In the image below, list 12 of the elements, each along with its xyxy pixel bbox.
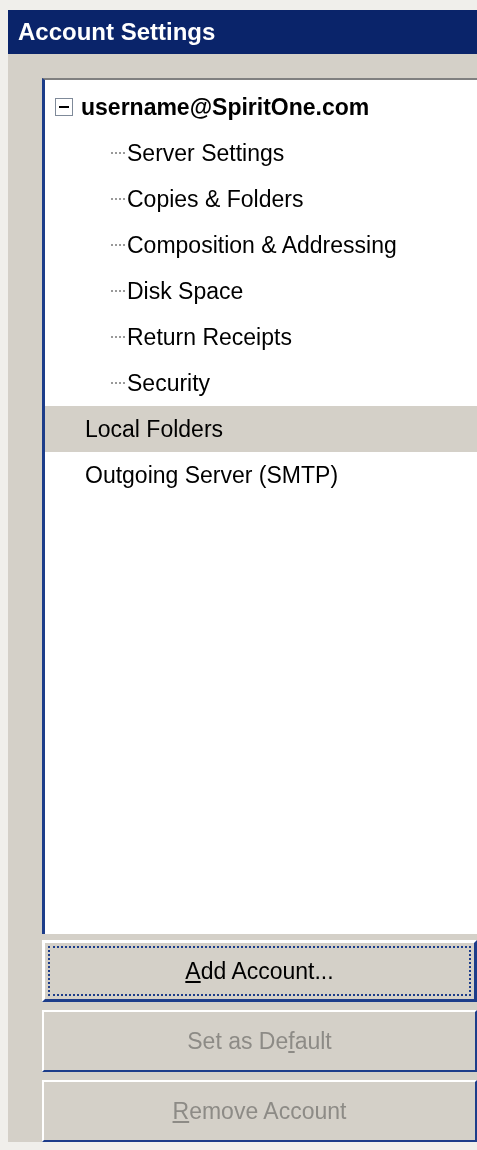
tree-item[interactable]: Security (111, 360, 477, 406)
minus-box-icon[interactable] (55, 98, 73, 116)
dialog-button[interactable]: Add Account... (42, 940, 477, 1002)
tree-item[interactable]: Outgoing Server (SMTP) (45, 452, 477, 498)
tree-item[interactable]: Copies & Folders (111, 176, 477, 222)
tree-item[interactable]: Composition & Addressing (111, 222, 477, 268)
tree-item[interactable]: Disk Space (111, 268, 477, 314)
tree-item[interactable]: Local Folders (45, 406, 477, 452)
tree-item[interactable]: Server Settings (111, 130, 477, 176)
tree-item[interactable]: Return Receipts (111, 314, 477, 360)
tree-item[interactable]: username@SpiritOne.com (45, 84, 477, 130)
panel-title: Account Settings (18, 18, 216, 46)
